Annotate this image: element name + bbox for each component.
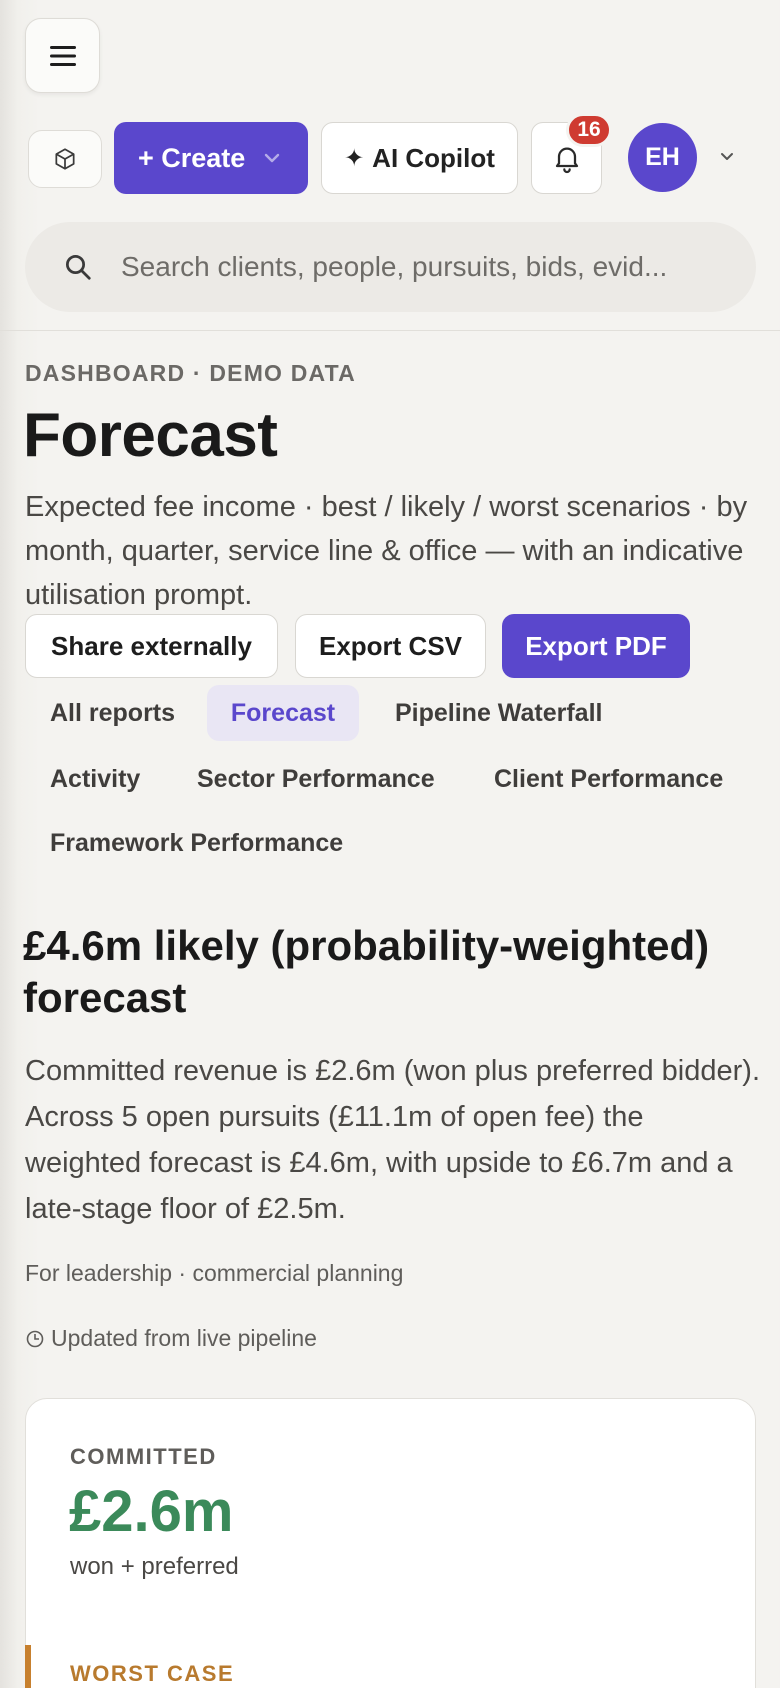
export-csv-button[interactable]: Export CSV [295,614,486,678]
create-button[interactable]: + Create [114,122,308,194]
committed-subtext: won + preferred [70,1553,239,1580]
sparkle-icon: ✦ [344,144,365,172]
forecast-summary: Committed revenue is £2.6m (won plus pre… [25,1055,760,1225]
create-label: + Create [138,142,246,173]
search-input[interactable] [121,251,721,283]
chevron-down-icon[interactable] [718,150,736,164]
tab-activity[interactable]: Activity [25,751,165,807]
tab-sector-performance[interactable]: Sector Performance [172,751,460,807]
clock-icon [26,1330,44,1347]
search-bar[interactable] [25,222,756,312]
bell-icon [555,147,578,174]
header-divider [0,330,780,331]
tab-forecast[interactable]: Forecast [207,685,359,741]
updated-note: Updated from live pipeline [25,1325,317,1352]
forecast-headline: £4.6m likely (probability-weighted) fore… [23,922,710,1021]
updated-label: Updated from live pipeline [51,1325,317,1351]
menu-button[interactable] [25,18,100,93]
tab-pipeline-waterfall[interactable]: Pipeline Waterfall [370,685,627,741]
ai-copilot-label: AI Copilot [372,142,495,173]
tab-client-performance[interactable]: Client Performance [469,751,748,807]
committed-value: £2.6m [69,1479,234,1544]
workspace-button[interactable] [28,130,102,188]
avatar[interactable]: EH [628,123,697,192]
page-title: Forecast [23,401,278,470]
audience-note: For leadership · commercial planning [25,1260,404,1286]
chevron-down-icon[interactable] [263,152,281,164]
tab-framework-performance[interactable]: Framework Performance [25,815,368,871]
page-subtitle: Expected fee income · best / likely / wo… [25,491,748,611]
hamburger-icon [49,45,76,66]
export-pdf-button[interactable]: Export PDF [502,614,690,678]
search-icon [66,255,91,280]
share-externally-button[interactable]: Share externally [25,614,278,678]
breadcrumb: DASHBOARD · DEMO DATA [25,360,356,386]
worst-case-accent-bar [25,1645,31,1688]
cube-icon [55,148,75,170]
committed-label: COMMITTED [70,1444,217,1469]
tab-all-reports[interactable]: All reports [25,685,200,741]
ai-copilot-button[interactable]: ✦ AI Copilot [321,122,518,194]
worst-case-label: WORST CASE [70,1661,235,1686]
notification-count-badge: 16 [566,113,612,147]
